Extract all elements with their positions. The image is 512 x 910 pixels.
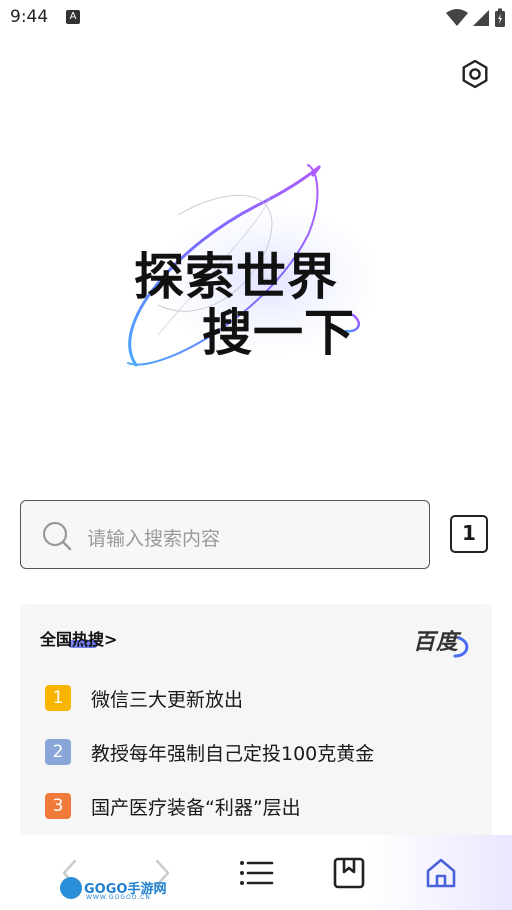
signal-icon	[473, 10, 489, 26]
bottom-nav: GOGO手游网 WWW.GOGOO.CN	[0, 835, 512, 910]
hot-item-3[interactable]: 3 国产医疗装备“利器”层出	[45, 791, 301, 821]
search-icon	[42, 521, 72, 551]
hot-item-text: 教授每年强制自己定投100克黄金	[91, 742, 375, 765]
hot-item-2[interactable]: 2 教授每年强制自己定投100克黄金	[45, 737, 374, 767]
hot-item-text: 微信三大更新放出	[91, 688, 244, 711]
home-icon	[426, 858, 456, 888]
bookmark-button[interactable]	[329, 853, 369, 893]
search-input[interactable]: 请输入搜索内容	[20, 500, 430, 569]
status-icons	[446, 8, 506, 28]
wifi-icon	[446, 9, 468, 26]
search-placeholder: 请输入搜索内容	[87, 528, 221, 550]
menu-icon	[240, 861, 274, 885]
baidu-swoosh-icon	[453, 636, 469, 658]
battery-icon	[495, 8, 505, 27]
settings-hexagon-icon	[462, 59, 488, 89]
notification-icon: A	[66, 10, 80, 24]
rank-badge: 2	[45, 739, 71, 765]
hot-item-text: 国产医疗装备“利器”层出	[91, 796, 301, 819]
tab-count-button[interactable]: 1	[450, 515, 488, 553]
watermark-logo: GOGO手游网 WWW.GOGOO.CN	[60, 875, 170, 903]
hero-slogan: 探索世界 搜一下	[118, 155, 398, 385]
hot-item-1[interactable]: 1 微信三大更新放出	[45, 683, 243, 713]
settings-button[interactable]	[459, 58, 491, 90]
menu-button[interactable]	[236, 853, 276, 893]
watermark-sub: WWW.GOGOO.CN	[86, 894, 151, 901]
rank-badge: 1	[45, 685, 71, 711]
status-bar: 9:44 A	[0, 0, 512, 36]
rank-badge: 3	[45, 793, 71, 819]
bookmark-icon	[333, 857, 365, 889]
status-time: 9:44	[10, 7, 49, 27]
watermark-circle-icon	[60, 877, 82, 899]
hot-search-card: 全国热搜> 百度 1 微信三大更新放出 2 教授每年强制自己定投100克黄金 3…	[20, 604, 492, 844]
hot-search-title[interactable]: 全国热搜>	[40, 626, 117, 650]
hero-line-2: 搜一下	[202, 304, 355, 362]
home-button[interactable]	[421, 853, 461, 893]
